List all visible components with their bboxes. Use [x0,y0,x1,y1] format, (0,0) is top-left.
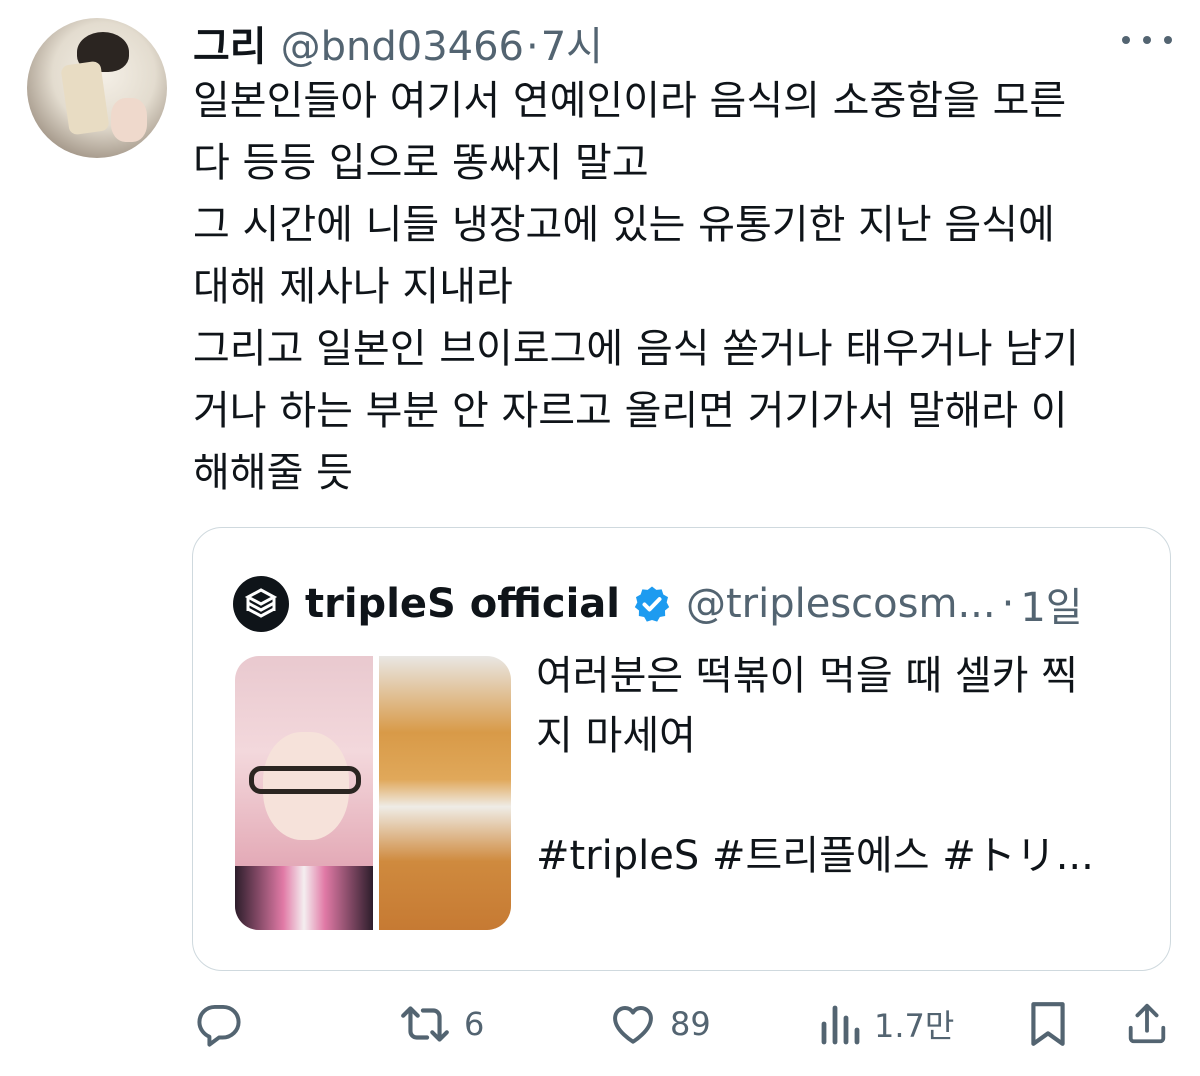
retweet-count: 6 [464,1005,485,1043]
quoted-media-thumbnail[interactable] [235,656,511,930]
quoted-separator: · [1001,581,1015,627]
reply-button[interactable] [194,998,244,1050]
quoted-handle[interactable]: @triplescosm... [686,581,996,627]
verified-badge-icon [634,586,670,622]
tweet-text-line: 다 등등 입으로 똥싸지 말고 [193,140,649,186]
tweet-timestamp[interactable]: 7시 [541,14,603,72]
more-options-icon[interactable] [1122,22,1172,58]
triples-logo-icon [244,588,278,618]
tweet-text-line: 그리고 일본인 브이로그에 음식 쏟거나 태우거나 남기 [193,326,1079,372]
reply-icon [197,1004,241,1047]
tweet-header: 그리 @bnd03466 · 7시 [193,14,603,70]
like-count: 89 [670,1005,711,1043]
views-icon [821,1005,860,1045]
tweet-text-line: 해해줄 듯 [193,450,353,496]
retweet-icon [401,1006,449,1042]
bookmark-icon [1031,1002,1065,1046]
quoted-display-name[interactable]: tripleS official [305,581,620,627]
tweet-text-line: 그 시간에 니들 냉장고에 있는 유통기한 지난 음식에 [193,202,1055,248]
tweet-text-line: 일본인들아 여기서 연예인이라 음식의 소중함을 모른 [193,78,1067,124]
like-button[interactable]: 89 [608,998,711,1050]
author-avatar[interactable] [27,18,167,158]
tweet-text-line: 거나 하는 부분 안 자르고 올리면 거기가서 말해라 이 [193,388,1068,434]
bookmark-button[interactable] [1026,998,1070,1050]
author-handle[interactable]: @bnd03466 [281,24,524,70]
quoted-text-line: 여러분은 떡볶이 먹을 때 셀카 찍 [536,653,1078,699]
selfie-photo [235,656,373,930]
quoted-tweet-text: 여러분은 떡볶이 먹을 때 셀카 찍 지 마세여 #tripleS #트리플에스… [536,646,1146,886]
tteokbokki-photo [379,656,511,930]
triples-logo-avatar[interactable] [233,576,289,632]
header-separator: · [526,24,539,70]
views-button[interactable]: 1.7만 [818,998,954,1050]
quoted-timestamp[interactable]: 1일 [1020,575,1082,633]
quoted-text-line: #tripleS #트리플에스 #トリ... [536,833,1094,879]
views-count: 1.7만 [874,1007,955,1045]
quoted-tweet-card[interactable]: tripleS official @triplescosm... · 1일 여러… [192,527,1171,971]
tweet-text: 일본인들아 여기서 연예인이라 음식의 소중함을 모른 다 등등 입으로 똥싸지… [193,70,1178,504]
retweet-button[interactable]: 6 [398,998,484,1050]
share-button[interactable] [1124,998,1170,1050]
heart-icon [613,1005,653,1044]
action-bar: 6 89 1.7만 [0,998,1200,1050]
tweet-text-line: 대해 제사나 지내라 [193,264,513,310]
tweet: 그리 @bnd03466 · 7시 일본인들아 여기서 연예인이라 음식의 소중… [0,0,1200,1076]
share-icon [1128,1003,1166,1044]
author-display-name[interactable]: 그리 [193,14,267,72]
quoted-text-line [536,766,1146,826]
quoted-text-line: 지 마세여 [536,713,696,759]
quoted-tweet-header: tripleS official @triplescosm... · 1일 [233,576,1083,632]
